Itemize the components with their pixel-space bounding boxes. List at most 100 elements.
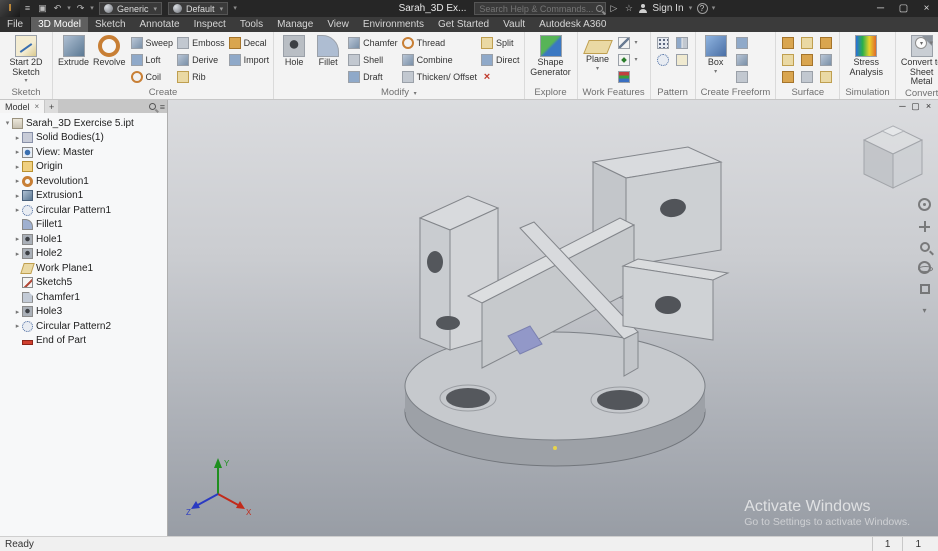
tab-file[interactable]: File: [0, 17, 32, 32]
window-maximize-button[interactable]: ▢: [892, 0, 915, 17]
browser-menu-icon[interactable]: ≡: [160, 102, 165, 112]
tab-annotate[interactable]: Annotate: [133, 17, 187, 32]
mirror-button[interactable]: [675, 34, 692, 51]
emboss-button[interactable]: Emboss: [176, 34, 226, 51]
ribbon-options-caret-icon[interactable]: ▾: [929, 39, 933, 47]
tree-item-chamfer1[interactable]: Chamfer1: [0, 290, 167, 305]
view-cube[interactable]: [860, 122, 926, 192]
tree-item-extrusion1[interactable]: ▸ Extrusion1: [0, 189, 167, 204]
thicken-surface-button[interactable]: [819, 68, 836, 85]
draft-button[interactable]: Draft: [347, 68, 399, 85]
extend-surface-button[interactable]: [800, 51, 817, 68]
fillet-button[interactable]: Fillet: [311, 34, 345, 68]
expander-icon[interactable]: ▸: [13, 148, 22, 156]
hole-button[interactable]: Hole: [277, 34, 311, 68]
thread-button[interactable]: Thread: [401, 34, 478, 51]
undo-icon[interactable]: ↶: [50, 0, 65, 17]
search-icon[interactable]: [596, 5, 604, 12]
expander-icon[interactable]: ▸: [13, 250, 22, 258]
tab-autodesk-a360[interactable]: Autodesk A360: [532, 17, 613, 32]
browser-tab-model[interactable]: Model ×: [0, 100, 45, 113]
3d-viewport[interactable]: ─ ▢ × ▾ Y X Z Activate Windows Go to Set…: [168, 100, 938, 536]
3d-model-canvas[interactable]: [168, 100, 938, 536]
undo-caret-icon[interactable]: ▾: [65, 0, 73, 17]
loft-button[interactable]: Loft: [130, 51, 175, 68]
tree-item-revolution1[interactable]: ▸ Revolution1: [0, 174, 167, 189]
add-browser-tab-button[interactable]: +: [45, 100, 59, 113]
user-account-icon[interactable]: [638, 4, 647, 13]
stress-analysis-button[interactable]: Stress Analysis: [843, 34, 889, 77]
decal-button[interactable]: Decal: [228, 34, 271, 51]
coil-button[interactable]: Coil: [130, 68, 175, 85]
doc-close-icon[interactable]: ×: [922, 101, 935, 112]
full-navigation-wheel-icon[interactable]: [918, 198, 931, 211]
orbit-icon[interactable]: [918, 261, 933, 274]
appearance-selector[interactable]: Default ▾: [168, 2, 229, 15]
expander-icon[interactable]: ▸: [13, 163, 22, 171]
trim-surface-button[interactable]: [800, 34, 817, 51]
doc-minimize-icon[interactable]: ─: [896, 101, 909, 112]
work-axis-button[interactable]: ▾: [617, 34, 639, 51]
import-button[interactable]: Import: [228, 51, 271, 68]
expander-icon[interactable]: ▸: [13, 308, 22, 316]
pan-icon[interactable]: [918, 220, 931, 233]
work-plane-button[interactable]: Plane ▾: [581, 34, 615, 72]
appearance-adjust-caret-icon[interactable]: ▾: [231, 0, 239, 17]
tab-view[interactable]: View: [320, 17, 356, 32]
shape-generator-button[interactable]: Shape Generator: [528, 34, 574, 77]
sweep-button[interactable]: Sweep: [130, 34, 175, 51]
redo-caret-icon[interactable]: ▾: [88, 0, 96, 17]
expander-icon[interactable]: ▾: [3, 119, 12, 127]
panel-label-modify[interactable]: Modify ▾: [274, 86, 523, 99]
revolve-button[interactable]: Revolve: [91, 34, 128, 68]
expander-icon[interactable]: ▸: [13, 206, 22, 214]
doc-restore-icon[interactable]: ▢: [909, 101, 922, 112]
expander-icon[interactable]: ▸: [13, 134, 22, 142]
tab-tools[interactable]: Tools: [233, 17, 270, 32]
stitch-surface-button[interactable]: [781, 34, 798, 51]
tree-item-hole2[interactable]: ▸ Hole2: [0, 247, 167, 262]
replace-face-button[interactable]: [819, 34, 836, 51]
browser-search-icon[interactable]: [148, 103, 156, 110]
look-at-icon[interactable]: [919, 284, 930, 294]
freeform-sphere-button[interactable]: [735, 68, 752, 85]
tree-item-solid-bodies[interactable]: ▸ Solid Bodies(1): [0, 131, 167, 146]
tab-vault[interactable]: Vault: [496, 17, 532, 32]
freeform-plane-button[interactable]: [735, 34, 752, 51]
help-caret-icon[interactable]: ▾: [710, 0, 718, 17]
delete-button[interactable]: ×: [480, 68, 521, 85]
combine-button[interactable]: Combine: [401, 51, 478, 68]
patch-surface-button[interactable]: [781, 51, 798, 68]
thicken-offset-button[interactable]: Thicken/ Offset: [401, 68, 478, 85]
tree-item-work-plane1[interactable]: Work Plane1: [0, 261, 167, 276]
direct-edit-button[interactable]: Direct: [480, 51, 521, 68]
sign-in-button[interactable]: Sign In: [652, 3, 683, 14]
ucs-button[interactable]: [617, 68, 639, 85]
work-point-button[interactable]: ▾: [617, 51, 639, 68]
tab-3d-model[interactable]: 3D Model: [31, 17, 88, 32]
split-button[interactable]: Split: [480, 34, 521, 51]
sign-in-caret-icon[interactable]: ▾: [687, 0, 695, 17]
expander-icon[interactable]: ▸: [13, 235, 22, 243]
expander-icon[interactable]: ▸: [13, 322, 22, 330]
tab-sketch[interactable]: Sketch: [88, 17, 133, 32]
freeform-box-button[interactable]: Box ▾: [699, 34, 733, 75]
window-minimize-button[interactable]: ─: [869, 0, 892, 17]
chamfer-button[interactable]: Chamfer: [347, 34, 399, 51]
start-2d-sketch-button[interactable]: Start 2D Sketch ▾: [3, 34, 49, 84]
search-input[interactable]: [479, 3, 597, 14]
rib-button[interactable]: Rib: [176, 68, 226, 85]
tab-inspect[interactable]: Inspect: [187, 17, 233, 32]
share-icon[interactable]: ▷: [606, 0, 621, 17]
circular-pattern-button[interactable]: [656, 51, 673, 68]
tab-environments[interactable]: Environments: [356, 17, 431, 32]
zoom-icon[interactable]: [919, 242, 930, 252]
tab-get-started[interactable]: Get Started: [431, 17, 496, 32]
help-icon[interactable]: ?: [696, 3, 708, 14]
shell-button[interactable]: Shell: [347, 51, 399, 68]
app-menu-icon[interactable]: ≡: [20, 0, 35, 17]
tree-item-circular-pattern1[interactable]: ▸ Circular Pattern1: [0, 203, 167, 218]
ruled-surface-button[interactable]: [819, 51, 836, 68]
tree-item-hole1[interactable]: ▸ Hole1: [0, 232, 167, 247]
window-close-button[interactable]: ×: [915, 0, 938, 17]
